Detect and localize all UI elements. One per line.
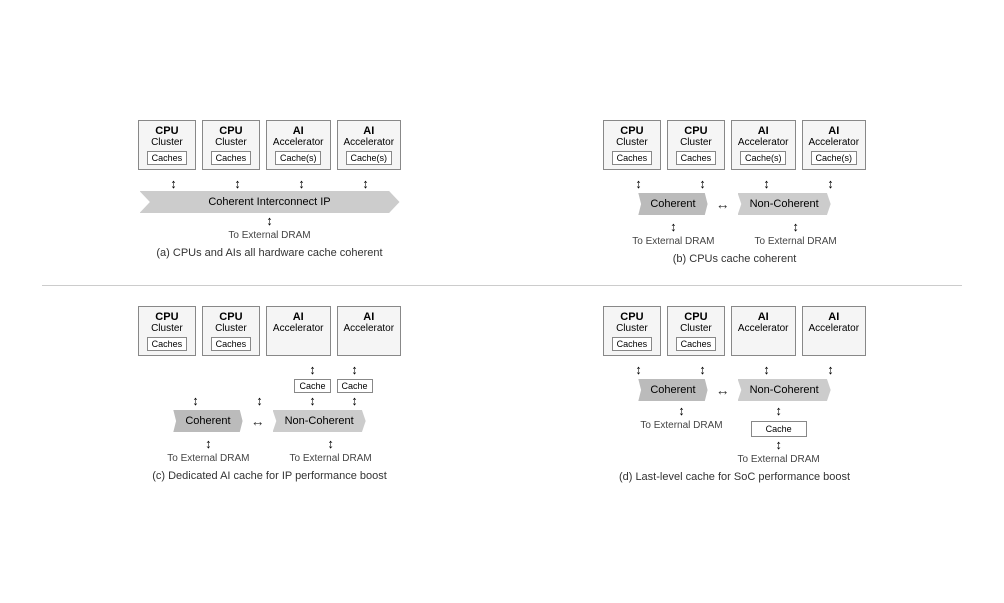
node-ai2-a: AI Accelerator Cache(s): [337, 120, 402, 170]
noncoherent-banner-c: Non-Coherent: [273, 410, 366, 432]
node-cpu1-d: CPU Cluster Caches: [603, 306, 661, 356]
node-cpu2-c: CPU Cluster Caches: [202, 306, 260, 356]
node-cpu1-c: CPU Cluster Caches: [138, 306, 196, 356]
diagram-b: CPU Cluster Caches CPU Cluster Caches AI…: [507, 120, 962, 265]
ai-cache2-c: Cache: [337, 379, 373, 393]
node-ai2-c: AI Accelerator: [337, 306, 402, 356]
coherent-banner-c: Coherent: [173, 410, 242, 432]
caption-a: (a) CPUs and AIs all hardware cache cohe…: [156, 247, 382, 259]
horizontal-divider: [42, 285, 962, 286]
diagram-a: CPU Cluster Caches CPU Cluster Caches AI…: [42, 120, 497, 265]
caption-d: (d) Last-level cache for SoC performance…: [619, 471, 850, 483]
node-ai1-a: AI Accelerator Cache(s): [266, 120, 331, 170]
node-cpu1-a: CPU Cluster Caches: [138, 120, 196, 170]
coherent-banner-b: Coherent: [638, 193, 707, 215]
noncoherent-banner-d: Non-Coherent: [738, 379, 831, 401]
llc-cache-d: Cache: [751, 421, 807, 437]
diagram-d: CPU Cluster Caches CPU Cluster Caches AI…: [507, 306, 962, 483]
diagram-c: CPU Cluster Caches CPU Cluster Caches AI…: [42, 306, 497, 483]
caption-c: (c) Dedicated AI cache for IP performanc…: [152, 470, 387, 482]
dram-right-d: To External DRAM: [738, 454, 820, 465]
dram-right-c: To External DRAM: [290, 453, 372, 464]
node-ai1-c: AI Accelerator: [266, 306, 331, 356]
noncoherent-banner-b: Non-Coherent: [738, 193, 831, 215]
node-cpu2-a: CPU Cluster Caches: [202, 120, 260, 170]
ai-cache-c: Cache: [294, 379, 330, 393]
dram-left-c: To External DRAM: [167, 453, 249, 464]
node-cpu1-b: CPU Cluster Caches: [603, 120, 661, 170]
nodes-row-d: CPU Cluster Caches CPU Cluster Caches AI…: [603, 306, 866, 356]
dram-left-b: To External DRAM: [632, 236, 714, 247]
banner-row-d: Coherent ↔ Non-Coherent: [638, 379, 830, 401]
node-ai2-d: AI Accelerator: [802, 306, 867, 356]
node-ai1-b: AI Accelerator Cache(s): [731, 120, 796, 170]
interconnect-banner-a: Coherent Interconnect IP: [140, 191, 400, 213]
caption-b: (b) CPUs cache coherent: [673, 253, 797, 265]
main-container: CPU Cluster Caches CPU Cluster Caches AI…: [22, 100, 982, 503]
arrows-to-interconnect-a: ↕ ↕ ↕ ↕: [145, 176, 395, 191]
dram-label-a: To External DRAM: [228, 230, 310, 241]
coherent-banner-d: Coherent: [638, 379, 707, 401]
dram-right-b: To External DRAM: [755, 236, 837, 247]
node-cpu2-b: CPU Cluster Caches: [667, 120, 725, 170]
dram-left-d: To External DRAM: [640, 420, 722, 431]
nodes-row-c: CPU Cluster Caches CPU Cluster Caches AI…: [138, 306, 401, 356]
node-ai2-b: AI Accelerator Cache(s): [802, 120, 867, 170]
node-ai1-d: AI Accelerator: [731, 306, 796, 356]
banner-row-c: Coherent ↔ Non-Coherent: [173, 410, 365, 432]
node-cpu2-d: CPU Cluster Caches: [667, 306, 725, 356]
nodes-row-a: CPU Cluster Caches CPU Cluster Caches AI…: [138, 120, 401, 170]
nodes-row-b: CPU Cluster Caches CPU Cluster Caches AI…: [603, 120, 866, 170]
banner-row-b: Coherent ↔ Non-Coherent: [638, 193, 830, 215]
